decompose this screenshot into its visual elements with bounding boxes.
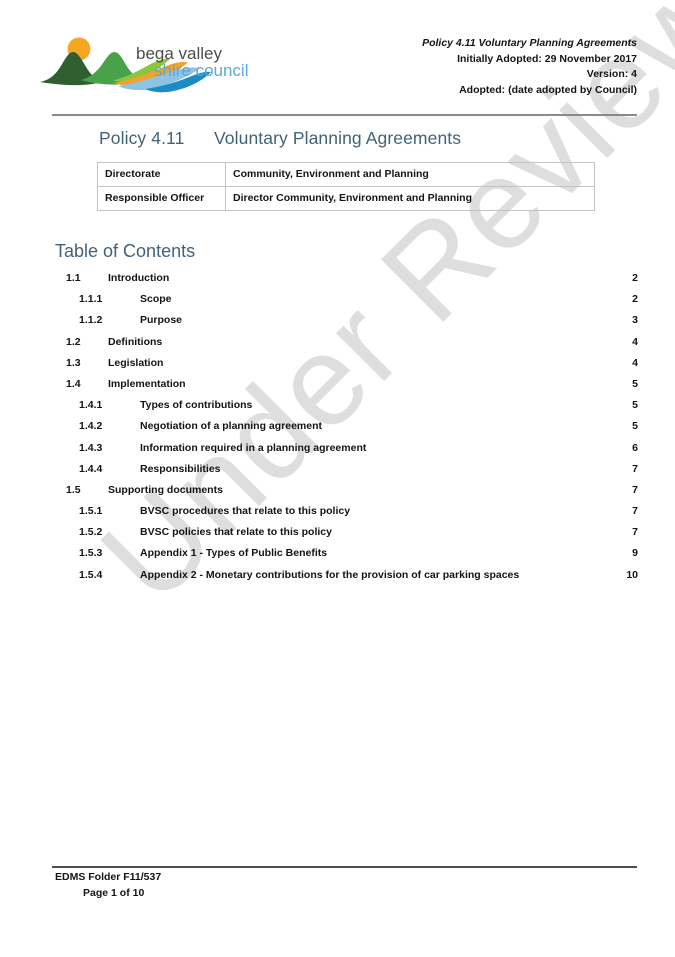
toc-entry-number: 1.4 [66,377,81,390]
toc-entry-page: 5 [632,420,638,433]
header-meta-adopted-date: Adopted: (date adopted by Council) [459,83,637,96]
toc-entry-number: 1.5 [66,483,81,496]
toc-entry-number: 1.5.1 [79,505,103,518]
page-header: bega valley shire council Policy 4.11 Vo… [40,28,637,102]
toc-entry[interactable]: 1.5.4 Appendix 2 - Monetary contributions… [55,569,638,590]
toc-entry-number: 1.2 [66,335,81,348]
toc-entry-page: 7 [632,462,638,475]
toc-entry-title: Appendix 2 - Monetary contributions for … [140,568,520,581]
toc-entry-page: 6 [632,441,638,454]
directorate-label: Directorate [97,162,226,187]
toc-entry-title: Scope [140,293,172,306]
toc-entry-title: Purpose [140,314,183,327]
toc-entry-title: BVSC policies that relate to this policy [140,526,332,539]
table-of-contents-list: 1.1 Introduction 2 1.1.1 Scope 2 1.1.2 Purpose 3… [55,272,638,590]
toc-entry[interactable]: 1.5.1 BVSC procedures that relate to this… [55,505,638,526]
page-footer: EDMS Folder F11/537 Page 1 of 10 [55,870,161,901]
toc-entry-title: Legislation [108,356,164,369]
toc-entry-number: 1.5.4 [79,568,103,581]
toc-entry-title: Implementation [108,377,186,390]
toc-entry[interactable]: 1.1.1 Scope 2 [55,293,638,314]
policy-info-table: Directorate Community, Environment and P… [97,162,595,211]
page-title: Policy 4.11 Voluntary Planning Agreements [99,128,461,149]
table-row: Responsible Officer Director Community, … [97,186,595,211]
toc-entry-title: Appendix 1 - Types of Public Benefits [140,547,328,560]
toc-entry-page: 5 [632,377,638,390]
toc-entry-number: 1.3 [66,356,81,369]
toc-entry-title: Supporting documents [108,483,223,496]
header-meta-version: Version: 4 [586,68,637,80]
toc-entry-number: 1.1.1 [79,293,103,306]
toc-entry[interactable]: 1.1.2 Purpose 3 [55,314,638,335]
table-of-contents-heading: Table of Contents [55,241,196,261]
toc-entry-page: 2 [632,272,638,284]
toc-entry-title: Responsibilities [140,462,221,475]
toc-entry-number: 1.4.2 [79,420,103,433]
toc-entry-page: 7 [632,505,638,518]
toc-entry-number: 1.1.2 [79,314,103,327]
document-page: Under Review bega valley shire council P… [0,0,675,957]
responsible-officer-label: Responsible Officer [97,186,226,211]
toc-entry-title: Negotiation of a planning agreement [140,420,323,433]
header-meta-policy: Policy 4.11 Voluntary Planning Agreement… [422,37,637,49]
header-meta-adopted: Initially Adopted: 29 November 2017 [457,52,637,65]
toc-entry-number: 1.4.4 [79,462,103,475]
page-title-text: Voluntary Planning Agreements [214,128,462,148]
footer-page-total: 10 [132,886,145,899]
toc-entry-page: 4 [632,356,638,369]
toc-entry-number: 1.5.2 [79,526,103,539]
toc-entry[interactable]: 1.2 Definitions 4 [55,336,638,357]
page-title-number: Policy 4.11 [99,128,185,148]
logo-wordmark-line2: shire council [154,61,249,80]
toc-entry-page: 3 [632,314,638,327]
footer-page-prefix: Page [83,886,112,899]
toc-entry[interactable]: 1.4 Implementation 5 [55,378,638,399]
toc-entry-title: Types of contributions [140,399,253,412]
footer-divider [52,866,637,868]
toc-entry-page: 4 [632,335,638,348]
bega-valley-shire-council-logo: bega valley shire council [40,37,249,93]
toc-entry-number: 1.4.3 [79,441,103,454]
toc-entry[interactable]: 1.5.2 BVSC policies that relate to this p… [55,526,638,547]
toc-entry-page: 5 [632,399,638,412]
toc-entry[interactable]: 1.4.2 Negotiation of a planning agreement… [55,420,638,441]
page-content: bega valley shire council Policy 4.11 Vo… [0,0,675,957]
toc-entry-number: 1.5.3 [79,547,103,560]
toc-entry[interactable]: 1.4.1 Types of contributions 5 [55,399,638,420]
toc-entry[interactable]: 1.4.3 Information required in a planning … [55,442,638,463]
toc-entry-number: 1.1 [66,272,81,284]
toc-entry-page: 7 [632,526,638,539]
footer-page-number: Page 1 of 10 [55,886,161,902]
header-divider [52,114,637,116]
toc-entry-title: Information required in a planning agree… [140,441,367,454]
toc-entry-number: 1.4.1 [79,399,103,412]
toc-entry[interactable]: 1.5 Supporting documents 7 [55,484,638,505]
logo-wordmark-line1: bega valley [136,44,223,63]
toc-entry-page: 2 [632,293,638,306]
toc-entry-title: BVSC procedures that relate to this poli… [140,505,351,518]
toc-entry-page: 9 [632,547,638,560]
toc-entry[interactable]: 1.1 Introduction 2 [55,272,638,293]
table-row: Directorate Community, Environment and P… [97,162,595,187]
toc-entry[interactable]: 1.3 Legislation 4 [55,357,638,378]
footer-page-middle: of [116,886,133,899]
toc-entry-page: 10 [626,568,638,581]
toc-entry-title: Introduction [108,272,170,284]
footer-edms: EDMS Folder F11/537 [55,871,162,883]
toc-entry[interactable]: 1.5.3 Appendix 1 - Types of Public Benefi… [55,547,638,568]
toc-entry-title: Definitions [108,335,163,348]
responsible-officer-value: Director Community, Environment and Plan… [225,186,595,211]
header-meta: Policy 4.11 Voluntary Planning Agreement… [422,36,637,98]
toc-entry[interactable]: 1.4.4 Responsibilities 7 [55,463,638,484]
toc-entry-page: 7 [632,483,638,496]
directorate-value: Community, Environment and Planning [225,162,595,187]
